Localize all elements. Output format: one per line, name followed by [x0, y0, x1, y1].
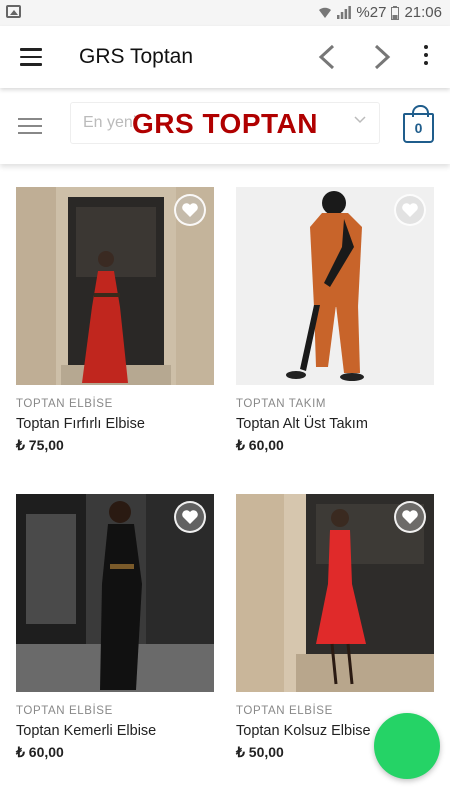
wishlist-heart-icon[interactable] — [174, 501, 206, 533]
app-bar: GRS Toptan — [0, 26, 450, 88]
battery-percent: %27 — [356, 4, 387, 21]
cart-button[interactable]: 0 — [403, 105, 434, 143]
product-price: ₺ 60,00 — [236, 437, 284, 453]
product-card[interactable]: TOPTAN ELBİSE Toptan Fırfırlı Elbise ₺ 7… — [16, 187, 214, 454]
back-arrow-icon[interactable] — [313, 42, 343, 72]
battery-icon — [391, 5, 400, 20]
wishlist-heart-icon[interactable] — [394, 194, 426, 226]
more-options-icon[interactable] — [418, 45, 434, 69]
signal-icon — [337, 6, 352, 19]
product-category[interactable]: TOPTAN ELBİSE — [16, 398, 214, 410]
product-image[interactable] — [16, 187, 214, 385]
product-category[interactable]: TOPTAN TAKIM — [236, 398, 434, 410]
product-image[interactable] — [236, 187, 434, 385]
product-category[interactable]: TOPTAN ELBİSE — [16, 705, 214, 717]
forward-arrow-icon[interactable] — [366, 42, 396, 72]
product-card[interactable]: TOPTAN TAKIM Toptan Alt Üst Takım ₺ 60,0… — [236, 187, 434, 454]
app-title: GRS Toptan — [79, 45, 194, 68]
whatsapp-chat-button[interactable] — [374, 713, 440, 779]
product-price: ₺ 75,00 — [16, 437, 64, 453]
product-image[interactable] — [16, 494, 214, 692]
menu-icon[interactable] — [20, 48, 42, 66]
wifi-icon — [319, 7, 332, 18]
product-name[interactable]: Toptan Kemerli Elbise — [16, 723, 214, 739]
product-card[interactable]: TOPTAN ELBİSE Toptan Kemerli Elbise ₺ 60… — [16, 494, 214, 761]
product-name[interactable]: Toptan Alt Üst Takım — [236, 416, 434, 432]
wishlist-heart-icon[interactable] — [174, 194, 206, 226]
site-header: En yeni GRS TOPTAN 0 — [0, 88, 450, 164]
product-image[interactable] — [236, 494, 434, 692]
site-logo[interactable]: GRS TOPTAN — [0, 108, 450, 140]
clock: 21:06 — [404, 4, 442, 21]
status-bar: %27 21:06 — [0, 0, 450, 26]
product-name[interactable]: Toptan Fırfırlı Elbise — [16, 416, 214, 432]
wishlist-heart-icon[interactable] — [394, 501, 426, 533]
image-notification-icon — [6, 5, 21, 18]
product-price: ₺ 60,00 — [16, 744, 64, 760]
